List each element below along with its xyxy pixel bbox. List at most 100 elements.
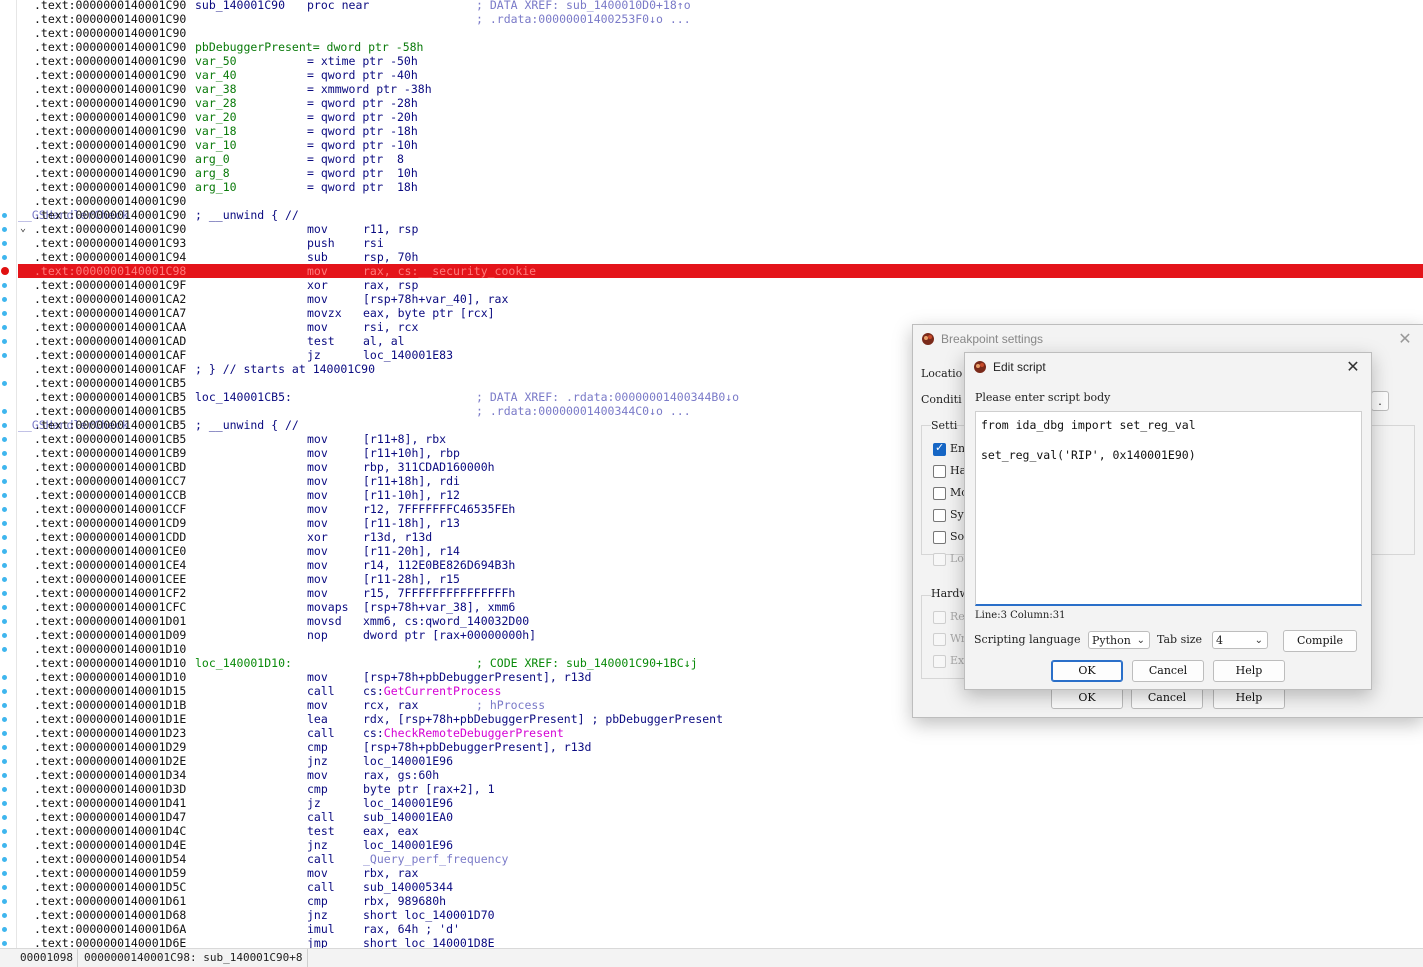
- breakpoint-slot-icon[interactable]: [2, 577, 7, 582]
- listing-line[interactable]: .text:0000000140001D61 cmp rbx, 989680h: [18, 894, 1423, 908]
- setting-checkbox[interactable]: [933, 465, 946, 478]
- breakpoint-slot-icon[interactable]: [2, 633, 7, 638]
- breakpoint-slot-icon[interactable]: [2, 563, 7, 568]
- ok-button[interactable]: OK: [1051, 660, 1123, 682]
- library-function-name[interactable]: _Query_perf_frequency: [363, 852, 508, 866]
- hardware-checkbox[interactable]: [933, 655, 946, 668]
- breakpoint-slot-icon[interactable]: [2, 227, 7, 232]
- listing-line[interactable]: .text:0000000140001C90: [18, 194, 1423, 208]
- listing-line[interactable]: .text:0000000140001C9F xor rax, rsp: [18, 278, 1423, 292]
- listing-line[interactable]: .text:0000000140001D34 mov rax, gs:60h: [18, 768, 1423, 782]
- breakpoint-slot-icon[interactable]: [2, 941, 7, 946]
- breakpoint-slot-icon[interactable]: [2, 857, 7, 862]
- bp-ok-button[interactable]: OK: [1051, 687, 1123, 709]
- breakpoint-slot-icon[interactable]: [2, 759, 7, 764]
- listing-line[interactable]: .text:0000000140001C94 sub rsp, 70h: [18, 250, 1423, 264]
- breakpoint-slot-icon[interactable]: [2, 409, 7, 414]
- breakpoint-slot-icon[interactable]: [2, 479, 7, 484]
- breakpoint-slot-icon[interactable]: [2, 437, 7, 442]
- breakpoint-slot-icon[interactable]: [2, 843, 7, 848]
- breakpoint-slot-icon[interactable]: [2, 773, 7, 778]
- listing-line[interactable]: .text:0000000140001C90 var_28 = qword ptr …: [18, 96, 1423, 110]
- api-function-name[interactable]: CheckRemoteDebuggerPresent: [384, 726, 564, 740]
- listing-line[interactable]: .text:0000000140001D23 call cs:CheckRemote…: [18, 726, 1423, 740]
- setting-checkbox[interactable]: [933, 509, 946, 522]
- close-icon[interactable]: ✕: [1395, 329, 1415, 349]
- api-function-name[interactable]: GetCurrentProcess: [384, 684, 502, 698]
- listing-line[interactable]: .text:0000000140001C90 arg_10 = qword ptr …: [18, 180, 1423, 194]
- breakpoint-slot-icon[interactable]: [2, 213, 7, 218]
- breakpoint-slot-icon[interactable]: [2, 451, 7, 456]
- condition-browse-button[interactable]: .: [1371, 391, 1389, 411]
- tab-size-select[interactable]: 4 ⌄: [1212, 631, 1268, 649]
- bp-help-button[interactable]: Help: [1213, 687, 1285, 709]
- breakpoint-slot-icon[interactable]: [2, 423, 7, 428]
- listing-line[interactable]: .text:0000000140001D29 cmp [rsp+78h+pbDebu…: [18, 740, 1423, 754]
- breakpoint-slot-icon[interactable]: [2, 325, 7, 330]
- listing-line[interactable]: .text:0000000140001C90; __unwind { // __…: [18, 208, 1423, 222]
- listing-line[interactable]: .text:0000000140001D68 jnz short loc_14000…: [18, 908, 1423, 922]
- hardware-checkbox[interactable]: [933, 633, 946, 646]
- listing-line[interactable]: .text:0000000140001C90 arg_0 = qword ptr 8: [18, 152, 1423, 166]
- breakpoint-slot-icon[interactable]: [2, 381, 7, 386]
- cancel-button[interactable]: Cancel: [1132, 660, 1204, 682]
- hardware-checkbox[interactable]: [933, 611, 946, 624]
- scripting-language-select[interactable]: Python ⌄: [1088, 631, 1150, 649]
- active-breakpoint-icon[interactable]: [1, 267, 9, 275]
- breakpoint-slot-icon[interactable]: [2, 591, 7, 596]
- listing-line[interactable]: .text:0000000140001C90: [18, 26, 1423, 40]
- breakpoint-slot-icon[interactable]: [2, 717, 7, 722]
- breakpoint-slot-icon[interactable]: [2, 731, 7, 736]
- breakpoint-slot-icon[interactable]: [2, 675, 7, 680]
- breakpoint-slot-icon[interactable]: [2, 787, 7, 792]
- listing-line[interactable]: .text:0000000140001D6E jmp short loc_14000…: [18, 936, 1423, 948]
- close-icon[interactable]: ✕: [1343, 357, 1363, 377]
- listing-line[interactable]: .text:0000000140001D5C call sub_140005344: [18, 880, 1423, 894]
- breakpoint-slot-icon[interactable]: [2, 703, 7, 708]
- listing-line[interactable]: .text:0000000140001C90 var_38 = xmmword pt…: [18, 82, 1423, 96]
- listing-line[interactable]: .text:0000000140001C90 var_20 = qword ptr …: [18, 110, 1423, 124]
- listing-line[interactable]: .text:0000000140001CA2 mov [rsp+78h+var_40…: [18, 292, 1423, 306]
- breakpoint-gutter[interactable]: [0, 0, 17, 948]
- breakpoint-slot-icon[interactable]: [2, 815, 7, 820]
- breakpoint-slot-icon[interactable]: [2, 521, 7, 526]
- listing-line[interactable]: .text:0000000140001D2E jnz loc_140001E96: [18, 754, 1423, 768]
- listing-line[interactable]: .text:0000000140001D4E jnz loc_140001E96: [18, 838, 1423, 852]
- listing-line[interactable]: .text:0000000140001D59 mov rbx, rax: [18, 866, 1423, 880]
- current-instruction-line[interactable]: .text:0000000140001C98 mov rax, cs:__secur…: [18, 264, 1423, 278]
- breakpoint-slot-icon[interactable]: [2, 619, 7, 624]
- setting-checkbox[interactable]: [933, 487, 946, 500]
- breakpoint-slot-icon[interactable]: [2, 535, 7, 540]
- setting-checkbox[interactable]: [933, 531, 946, 544]
- bp-cancel-button[interactable]: Cancel: [1131, 687, 1203, 709]
- listing-line[interactable]: .text:0000000140001C90 pbDebuggerPresent=…: [18, 40, 1423, 54]
- breakpoint-slot-icon[interactable]: [2, 913, 7, 918]
- listing-line[interactable]: .text:0000000140001C90 sub_140001C90 proc …: [18, 0, 1423, 12]
- listing-line[interactable]: .text:0000000140001C93 push rsi: [18, 236, 1423, 250]
- setting-checkbox[interactable]: [933, 441, 946, 456]
- breakpoint-slot-icon[interactable]: [2, 605, 7, 610]
- breakpoint-slot-icon[interactable]: [2, 871, 7, 876]
- dialog-titlebar[interactable]: Breakpoint settings ✕: [913, 325, 1423, 353]
- script-editor[interactable]: from ida_dbg import set_reg_val set_reg_v…: [975, 411, 1362, 606]
- breakpoint-slot-icon[interactable]: [2, 241, 7, 246]
- breakpoint-slot-icon[interactable]: [2, 801, 7, 806]
- help-button[interactable]: Help: [1213, 660, 1285, 682]
- breakpoint-slot-icon[interactable]: [2, 283, 7, 288]
- listing-line[interactable]: .text:0000000140001D6A imul rax, 64h ; 'd': [18, 922, 1423, 936]
- breakpoint-slot-icon[interactable]: [2, 927, 7, 932]
- breakpoint-slot-icon[interactable]: [2, 549, 7, 554]
- breakpoint-slot-icon[interactable]: [2, 353, 7, 358]
- listing-line[interactable]: .text:0000000140001D3D cmp byte ptr [rax+2…: [18, 782, 1423, 796]
- breakpoint-slot-icon[interactable]: [2, 311, 7, 316]
- breakpoint-slot-icon[interactable]: [2, 465, 7, 470]
- listing-line[interactable]: .text:0000000140001D41 jz loc_140001E96: [18, 796, 1423, 810]
- breakpoint-slot-icon[interactable]: [2, 829, 7, 834]
- collapse-chevron-icon[interactable]: ⌄: [20, 222, 26, 236]
- listing-line[interactable]: .text:0000000140001C90 arg_8 = qword ptr 1…: [18, 166, 1423, 180]
- breakpoint-slot-icon[interactable]: [2, 647, 7, 652]
- breakpoint-slot-icon[interactable]: [2, 297, 7, 302]
- breakpoint-slot-icon[interactable]: [2, 507, 7, 512]
- listing-line[interactable]: .text:0000000140001C90 var_18 = qword ptr …: [18, 124, 1423, 138]
- breakpoint-slot-icon[interactable]: [2, 689, 7, 694]
